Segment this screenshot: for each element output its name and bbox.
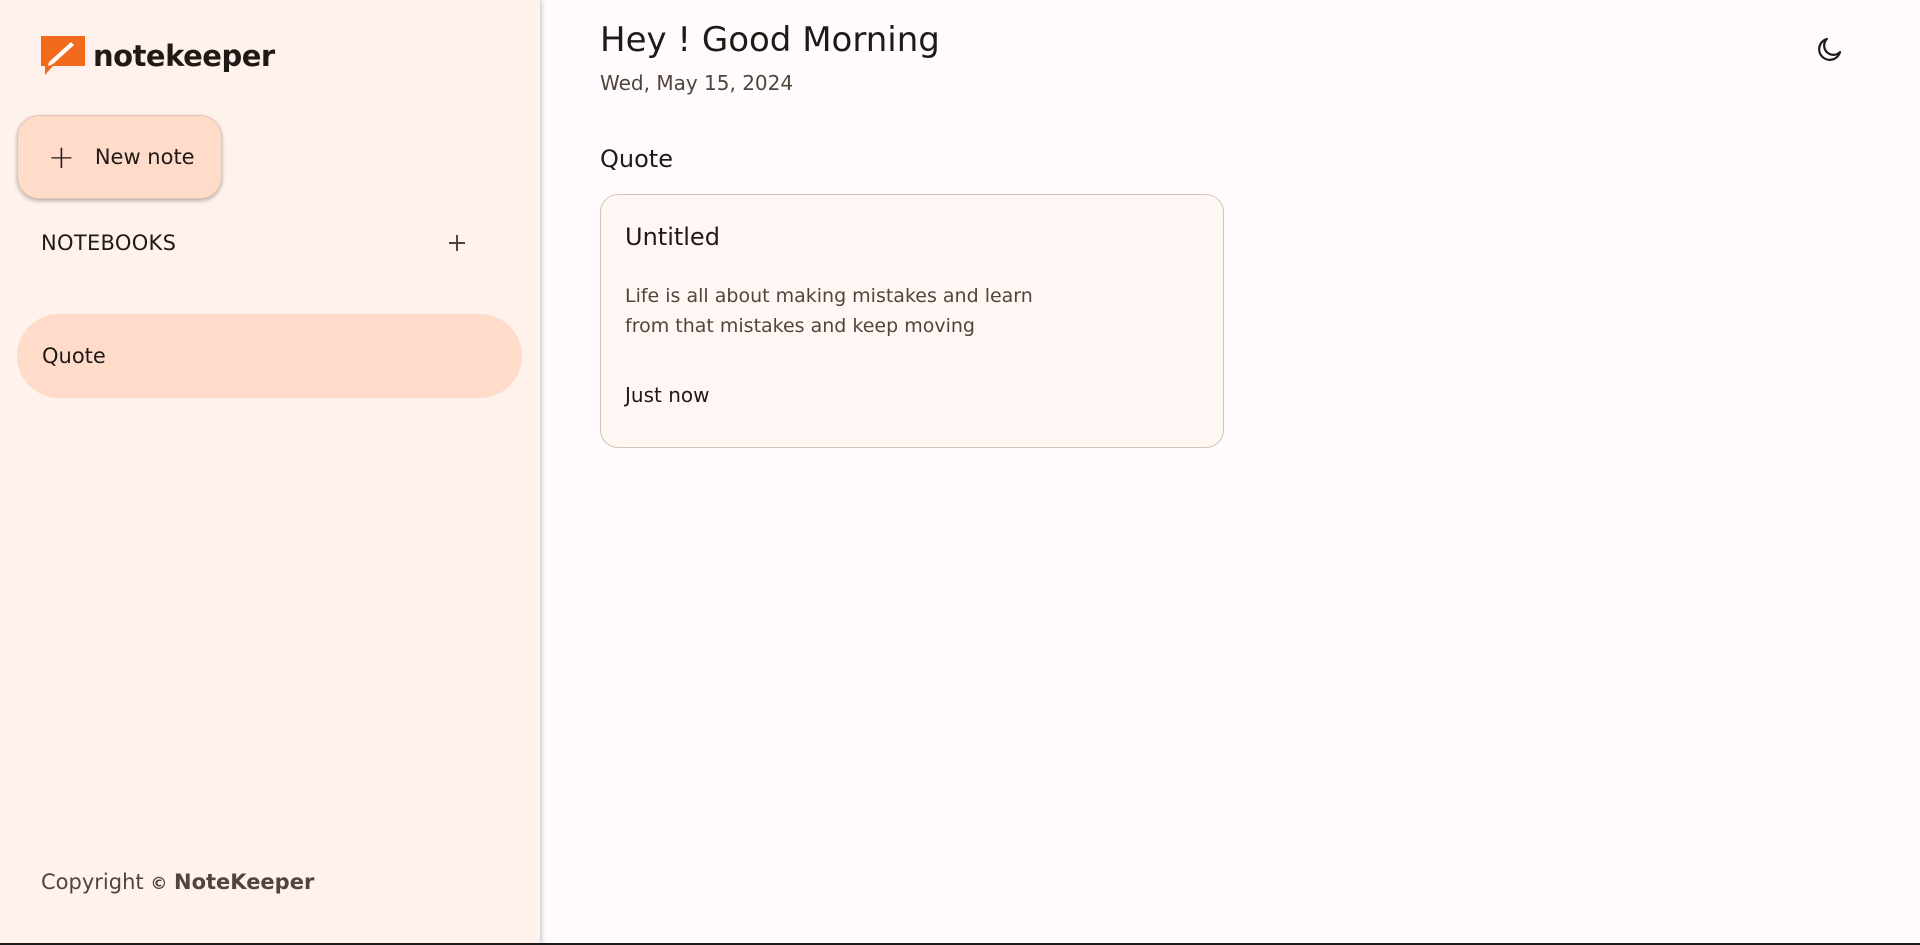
note-title: Untitled [625,223,720,251]
theme-toggle-button[interactable] [1808,27,1852,71]
new-note-button[interactable]: + New note [17,115,222,199]
current-date: Wed, May 15, 2024 [600,71,794,95]
note-card[interactable]: Untitled Life is all about making mistak… [600,194,1224,448]
sidebar: notekeeper + New note NOTEBOOKS Quote Co… [0,0,540,943]
note-timestamp: Just now [625,383,710,407]
brand[interactable]: notekeeper [41,36,275,76]
note-body: Life is all about making mistakes and le… [625,285,1033,337]
notebooks-header: NOTEBOOKS [41,226,481,260]
section-title: Quote [600,145,673,173]
add-notebook-button[interactable] [440,229,474,257]
moon-icon [1818,37,1842,61]
copyright-owner: NoteKeeper [174,870,315,894]
notebook-label: Quote [42,344,106,368]
copyright: Copyright © NoteKeeper [41,870,314,894]
copyright-prefix: Copyright [41,870,144,894]
plus-icon [449,235,465,251]
brand-name: notekeeper [93,39,275,73]
plus-icon: + [48,138,75,176]
notebooks-title: NOTEBOOKS [41,231,177,255]
sidebar-item-quote[interactable]: Quote [17,314,522,398]
notekeeper-logo-icon [41,36,85,75]
greeting: Hey ! Good Morning [600,20,940,60]
app-window: notekeeper + New note NOTEBOOKS Quote Co… [0,0,1920,943]
new-note-label: New note [94,145,195,169]
copyright-symbol: © [150,874,168,894]
